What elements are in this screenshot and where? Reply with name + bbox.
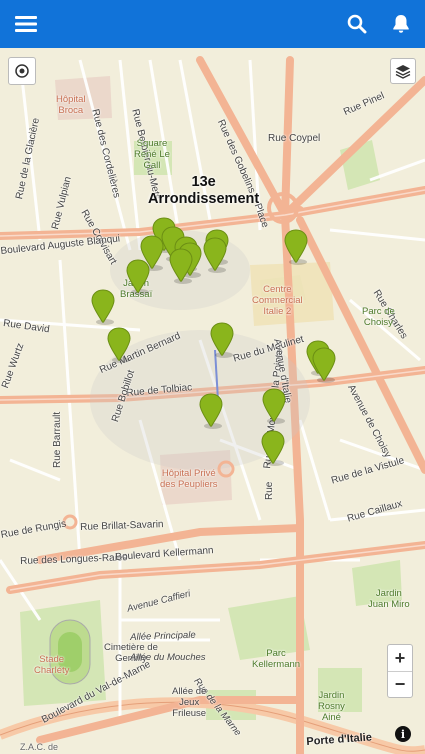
map-marker-pin[interactable] xyxy=(90,289,116,325)
place-label-juan-miro: Jardin Juan Miro xyxy=(368,588,410,610)
place-label-parc-kellermann: Parc Kellermann xyxy=(252,648,301,670)
district-number: 13e xyxy=(191,174,216,190)
zoom-out-button[interactable]: − xyxy=(388,671,412,697)
place-label-parc-choisy: Parc de Choisy xyxy=(362,306,395,328)
street-label-rue: Rue xyxy=(264,481,275,500)
map-marker-pin[interactable] xyxy=(283,229,309,265)
target-icon[interactable] xyxy=(8,57,36,85)
info-button[interactable]: i xyxy=(395,726,411,742)
layers-icon[interactable] xyxy=(390,58,416,84)
map-marker-pin[interactable] xyxy=(168,248,194,284)
map-marker-pin[interactable] xyxy=(106,327,132,363)
zoom-control: + − xyxy=(387,644,413,698)
district-name: Arrondissement xyxy=(148,191,260,207)
zoom-in-button[interactable]: + xyxy=(388,645,412,671)
place-label-allee-jeux: Allée de Jeux Frileuse xyxy=(172,686,207,719)
map-marker-pin[interactable] xyxy=(260,430,286,466)
map-marker-pin[interactable] xyxy=(125,259,151,295)
place-label-jardin-rosny: Jardin Rosny Ainé xyxy=(318,690,345,723)
place-label-allee-mouches: Allée du Mouches xyxy=(130,652,206,663)
street-label-allee-principale: Allée Principale xyxy=(130,629,196,643)
place-label-centre-italie: Centre Commercial Italie 2 xyxy=(252,284,303,317)
place-label-square-rene-le-gall: Square René Le Gall xyxy=(134,138,170,171)
map-marker-pin[interactable] xyxy=(209,322,235,358)
label-zac: Z.A.C. de xyxy=(20,742,59,752)
map-marker-pin[interactable] xyxy=(202,237,228,273)
district-label: 13e Arrondissement xyxy=(148,174,259,208)
search-icon[interactable] xyxy=(341,8,373,40)
bell-icon[interactable] xyxy=(385,8,417,40)
street-label-barrault: Rue Barrault xyxy=(52,411,63,468)
map-view[interactable]: Rue de la Glacière Rue Vulpian Rue Corvisa… xyxy=(0,48,425,754)
map-marker-pin[interactable] xyxy=(261,388,287,424)
place-label-stade-charlety: Stade Charléty xyxy=(34,654,70,676)
map-marker-pin[interactable] xyxy=(198,393,224,429)
app-header xyxy=(0,0,425,48)
place-label-hopital-peupliers: Hôpital Privé des Peupliers xyxy=(160,468,218,490)
map-marker-pin[interactable] xyxy=(311,347,337,383)
hamburger-menu-icon[interactable] xyxy=(10,8,42,40)
place-label-broca: Hôpital Broca xyxy=(56,94,86,116)
street-label-coypel: Rue Coypel xyxy=(268,133,321,144)
